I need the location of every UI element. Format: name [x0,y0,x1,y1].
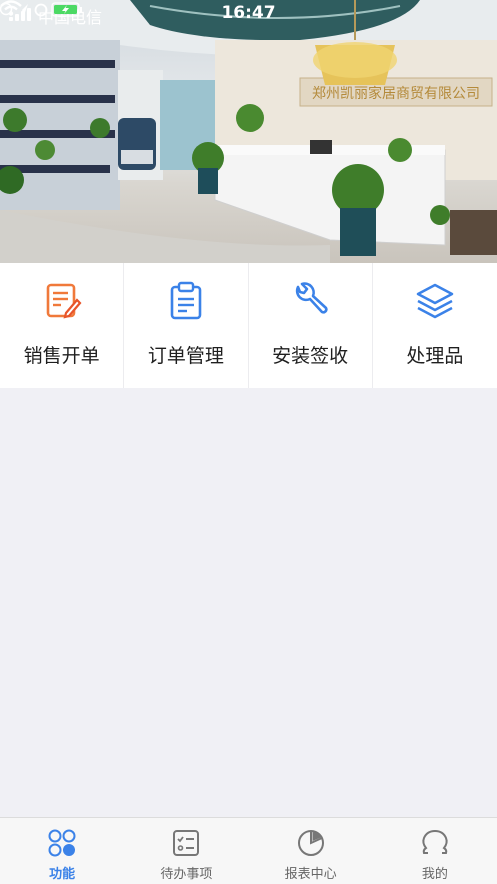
menu-label: 销售开单 [23,345,100,367]
alarm-icon [34,3,48,17]
rotation-lock-icon [0,2,13,16]
tab-label: 我的 [421,867,448,882]
checklist-icon [173,830,200,856]
menu-item-order-management[interactable]: 订单管理 [124,263,249,388]
menu-label: 安装签收 [272,345,349,367]
edit-note-icon [46,283,82,319]
tab-reports[interactable]: 报表中心 [249,818,373,884]
tab-label: 功能 [49,867,76,882]
lobby-illustration: 郑州凯丽家居商贸有限公司 [0,0,497,263]
menu-label: 处理品 [406,345,464,367]
function-menu: 销售开单 订单管理 安装签收 处理品 [0,263,497,388]
user-icon [422,829,448,854]
layers-icon [416,283,454,319]
status-indicators [0,2,82,17]
menu-item-clearance[interactable]: 处理品 [373,263,497,388]
menu-item-install-signoff[interactable]: 安装签收 [249,263,373,388]
menu-label: 订单管理 [147,345,224,367]
tab-mine[interactable]: 我的 [373,818,497,884]
tab-label: 报表中心 [284,867,337,882]
tab-label: 待办事项 [160,867,213,882]
location-arrow-icon [18,4,28,15]
menu-item-sales-order[interactable]: 销售开单 [0,263,125,388]
status-bar: 中国电信 16:47 [0,0,497,28]
wrench-icon [295,282,328,314]
clipboard-icon [170,281,202,320]
company-sign-text: 郑州凯丽家居商贸有限公司 [312,85,480,101]
pie-chart-icon [297,830,324,856]
hero-banner-image: 郑州凯丽家居商贸有限公司 中国电信 16:47 [0,0,497,263]
bottom-tab-bar: 功能 待办事项 报表中心 我的 [0,817,497,884]
tab-functions[interactable]: 功能 [0,818,124,884]
tab-todo[interactable]: 待办事项 [124,818,248,884]
grid-circles-icon [48,829,76,857]
